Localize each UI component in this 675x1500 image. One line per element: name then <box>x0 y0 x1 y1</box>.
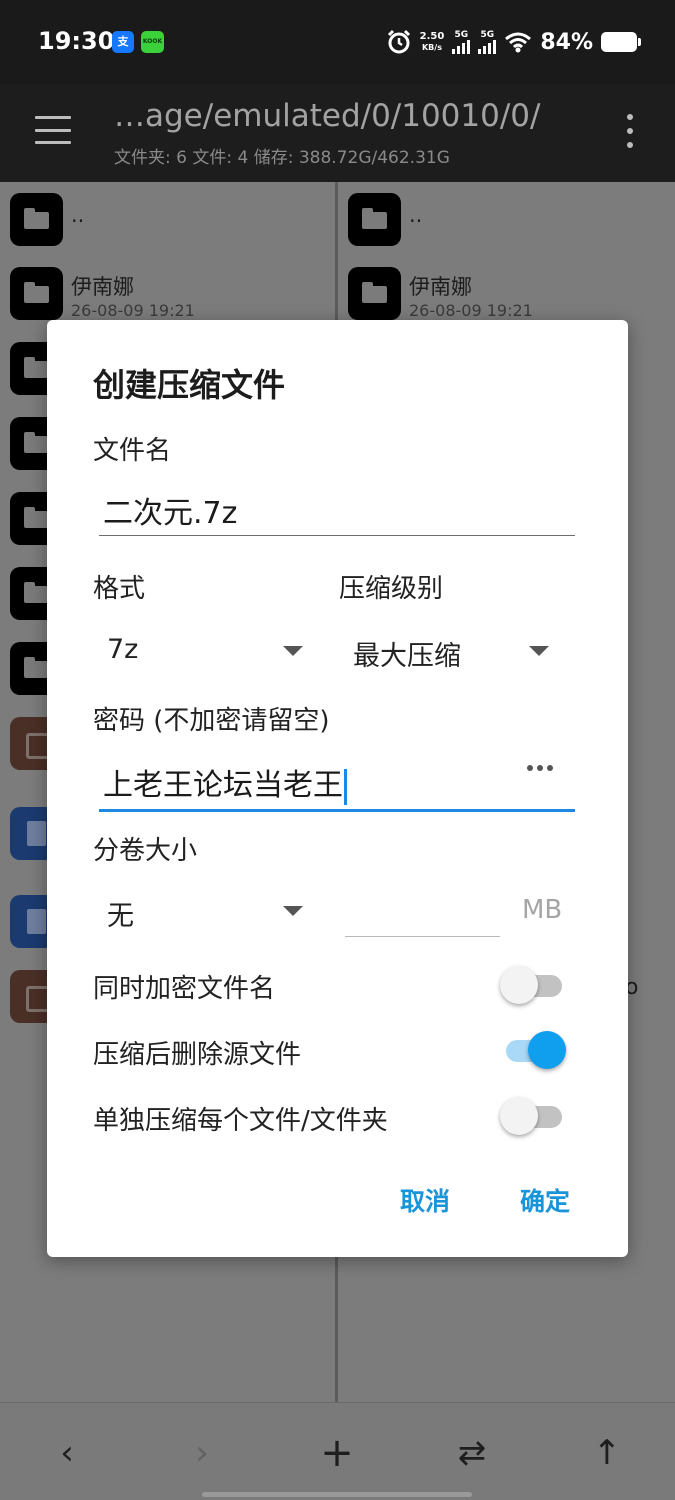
chevron-down-icon <box>283 646 303 656</box>
folder-icon <box>348 193 401 246</box>
more-options-icon[interactable] <box>626 114 634 148</box>
delete-source-toggle[interactable] <box>500 1031 566 1069</box>
format-value: 7z <box>107 634 139 665</box>
password-input[interactable]: 上老王论坛当老王 <box>99 752 575 812</box>
compression-level-select[interactable]: 最大压缩 <box>339 632 553 676</box>
menu-icon[interactable] <box>35 116 71 144</box>
split-size-label: 分卷大小 <box>93 836 198 866</box>
list-item[interactable]: 伊南娜 26-08-09 19:21 <box>348 267 668 327</box>
up-directory-icon[interactable]: ↑ <box>585 1431 629 1475</box>
status-time: 19:30 <box>38 27 115 55</box>
signal-1-icon: 5G <box>452 30 471 54</box>
file-date: 26-08-09 19:21 <box>71 301 195 320</box>
dialog-title: 创建压缩文件 <box>93 366 286 404</box>
folder-icon <box>348 267 401 320</box>
status-right: 2.50 KB/s 5G 5G 84% <box>386 28 641 56</box>
swap-panes-icon[interactable]: ⇄ <box>450 1431 494 1475</box>
file-date: 26-08-09 19:21 <box>409 301 533 320</box>
format-label: 格式 <box>93 574 146 604</box>
status-bar: 19:30 支 KOOK 2.50 KB/s 5G 5G 84% <box>0 0 675 84</box>
split-size-select[interactable]: 无 <box>93 892 307 936</box>
password-value: 上老王论坛当老王 <box>103 760 347 805</box>
kook-icon: KOOK <box>141 31 164 53</box>
chevron-down-icon <box>283 906 303 916</box>
filename-label: 文件名 <box>93 436 172 466</box>
file-name: .. <box>71 203 85 227</box>
app-bar: …age/emulated/0/10010/0/ 文件夹: 6 文件: 4 储存… <box>0 84 675 182</box>
password-label: 密码 (不加密请留空) <box>93 706 330 736</box>
back-icon[interactable]: ‹ <box>45 1431 89 1475</box>
folder-icon <box>10 267 63 320</box>
encrypt-filenames-toggle[interactable] <box>500 966 564 1004</box>
more-icon[interactable] <box>527 765 553 771</box>
storage-info: 文件夹: 6 文件: 4 储存: 388.72G/462.31G <box>114 148 450 168</box>
split-size-value: 无 <box>107 901 134 932</box>
format-select[interactable]: 7z <box>93 632 307 676</box>
wifi-icon <box>505 32 532 53</box>
signal-2-icon: 5G <box>478 30 497 54</box>
list-item[interactable]: .. <box>348 193 668 253</box>
net-speed: 2.50 KB/s <box>419 31 445 52</box>
battery-percent: 84% <box>540 29 593 55</box>
alipay-icon: 支 <box>112 31 134 53</box>
compression-level-label: 压缩级别 <box>339 574 444 604</box>
custom-split-size-input[interactable] <box>345 895 500 937</box>
current-path[interactable]: …age/emulated/0/10010/0/ <box>114 98 540 134</box>
list-item[interactable]: 伊南娜 26-08-09 19:21 <box>10 267 330 327</box>
home-indicator[interactable] <box>202 1492 472 1497</box>
option-label: 同时加密文件名 <box>93 974 276 1004</box>
folder-icon <box>10 193 63 246</box>
filename-input[interactable]: 二次元.7z <box>99 482 575 536</box>
confirm-button[interactable]: 确定 <box>520 1182 570 1218</box>
list-item[interactable]: .. <box>10 193 330 253</box>
bottom-toolbar: ‹ › + ⇄ ↑ <box>0 1402 675 1500</box>
create-archive-dialog: 创建压缩文件 文件名 二次元.7z 格式 压缩级别 7z 最大压缩 密码 (不加… <box>47 320 628 1257</box>
alarm-icon <box>387 29 410 54</box>
option-label: 单独压缩每个文件/文件夹 <box>93 1106 388 1136</box>
filename-value: 二次元.7z <box>103 496 238 531</box>
separate-archives-toggle[interactable] <box>500 1097 564 1135</box>
file-name: 伊南娜 <box>409 275 472 299</box>
battery-icon <box>601 32 641 52</box>
cancel-button[interactable]: 取消 <box>400 1182 450 1218</box>
file-name: .. <box>409 203 423 227</box>
file-name: 伊南娜 <box>71 275 134 299</box>
chevron-down-icon <box>529 646 549 656</box>
add-icon[interactable]: + <box>315 1431 359 1475</box>
forward-icon[interactable]: › <box>180 1431 224 1475</box>
split-size-unit: MB <box>522 895 563 925</box>
compression-level-value: 最大压缩 <box>353 641 461 672</box>
option-label: 压缩后删除源文件 <box>93 1040 302 1070</box>
